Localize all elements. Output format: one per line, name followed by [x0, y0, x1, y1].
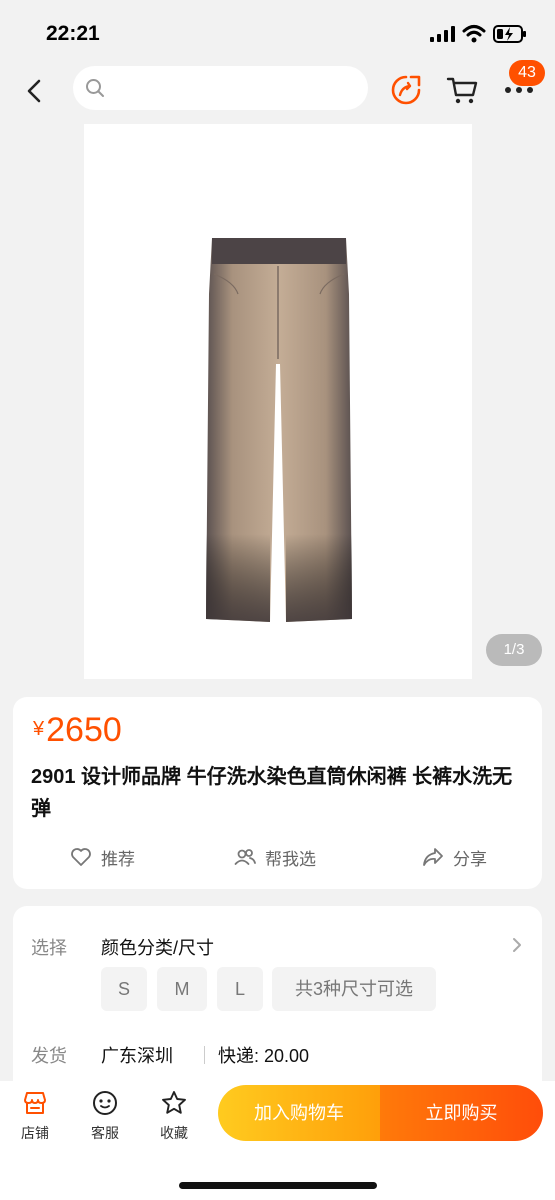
select-value[interactable]: 颜色分类/尺寸	[101, 934, 214, 960]
share-icon[interactable]	[390, 74, 422, 106]
divider	[204, 1046, 205, 1064]
share-button[interactable]: 分享	[421, 842, 487, 872]
message-badge: 43	[509, 60, 545, 86]
size-option-s[interactable]: S	[101, 967, 147, 1011]
tab-favorite-label: 收藏	[160, 1125, 188, 1141]
status-bar: 22:21	[0, 0, 555, 66]
price-value: 2650	[46, 711, 122, 749]
bottom-bar: 店铺 客服 收藏 加入购物车 立即购买	[0, 1081, 555, 1200]
product-image[interactable]	[84, 124, 472, 679]
tab-service-label: 客服	[91, 1125, 119, 1141]
people-icon	[234, 849, 256, 865]
tab-favorite[interactable]: 收藏	[149, 1089, 199, 1143]
wifi-icon	[462, 25, 486, 43]
size-option-m[interactable]: M	[157, 967, 207, 1011]
nav-bar: 43	[0, 60, 555, 116]
store-icon	[24, 1092, 46, 1114]
jeans-image	[206, 238, 352, 622]
price: ¥2650	[33, 711, 122, 750]
battery-icon	[493, 25, 526, 43]
buy-now-button[interactable]: 立即购买	[380, 1085, 543, 1141]
help-me-choose-button[interactable]: 帮我选	[233, 842, 316, 872]
sizes-summary[interactable]: 共3种尺寸可选	[272, 967, 436, 1011]
back-icon[interactable]	[22, 78, 48, 104]
size-option-l[interactable]: L	[217, 967, 263, 1011]
tab-store[interactable]: 店铺	[10, 1089, 60, 1143]
share-arrow-icon	[423, 848, 443, 866]
help-me-choose-label: 帮我选	[265, 849, 316, 869]
product-title: 2901 设计师品牌 牛仔洗水染色直筒休闲裤 长裤水洗无弹	[31, 766, 513, 820]
search-input[interactable]	[73, 66, 368, 110]
cart-icon[interactable]	[446, 74, 478, 106]
search-icon	[86, 79, 104, 97]
service-icon	[93, 1091, 117, 1115]
recommend-label: 推荐	[101, 849, 135, 869]
ship-label: 发货	[31, 1046, 67, 1066]
tab-store-label: 店铺	[21, 1125, 49, 1141]
status-time: 22:21	[46, 22, 100, 45]
ship-origin: 广东深圳	[101, 1046, 173, 1066]
signal-icon	[430, 26, 455, 42]
add-to-cart-button[interactable]: 加入购物车	[218, 1085, 380, 1141]
price-symbol: ¥	[33, 718, 45, 740]
product-actions: 推荐 帮我选 分享	[13, 842, 542, 872]
chevron-right-icon[interactable]	[510, 936, 524, 954]
share-label: 分享	[453, 849, 487, 869]
select-label: 选择	[31, 938, 67, 958]
price-card: ¥2650 2901 设计师品牌 牛仔洗水染色直筒休闲裤 长裤水洗无弹 推荐 帮…	[13, 697, 542, 889]
gallery-page-indicator: 1/3	[486, 634, 542, 666]
ship-fee: 快递: 20.00	[218, 1046, 310, 1066]
tab-service[interactable]: 客服	[80, 1089, 130, 1143]
recommend-button[interactable]: 推荐	[69, 842, 135, 872]
heart-icon	[71, 848, 91, 866]
star-icon	[162, 1091, 186, 1114]
home-indicator	[179, 1182, 377, 1189]
options-card: 选择 颜色分类/尺寸 S M L 共3种尺寸可选 发货 广东深圳 快递: 20.…	[13, 906, 542, 1081]
